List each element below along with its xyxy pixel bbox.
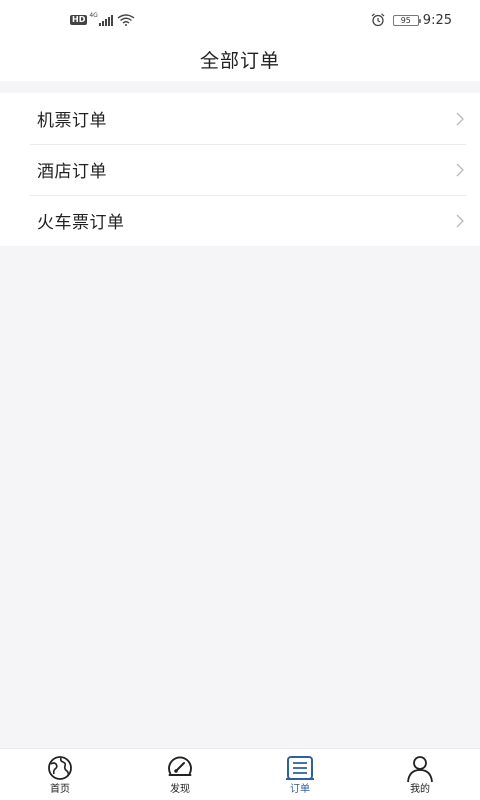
status-bar: HD 4G 95 9:25 — [0, 0, 480, 38]
signal-icon — [98, 14, 113, 26]
tab-label: 订单 — [290, 784, 310, 795]
chevron-right-icon — [456, 163, 464, 176]
compass-icon — [168, 756, 192, 776]
user-icon — [407, 756, 433, 783]
order-item-hotel[interactable]: 酒店订单 — [0, 144, 480, 195]
bottom-tab-bar: 首页 发现 订单 我的 — [0, 748, 480, 800]
order-item-label: 酒店订单 — [37, 162, 107, 182]
status-bar-left: HD 4G — [70, 12, 135, 27]
chevron-right-icon — [456, 112, 464, 125]
network-type: 4G — [89, 12, 98, 19]
wifi-icon — [117, 14, 135, 26]
tab-label: 发现 — [170, 784, 190, 795]
tab-label: 首页 — [50, 784, 70, 795]
order-item-flight[interactable]: 机票订单 — [0, 93, 480, 144]
hd-badge: HD — [70, 15, 88, 25]
app-root: HD 4G 95 9:25 全部订单 机票订单 酒店订单 火车票订单 首页 发现… — [0, 0, 480, 800]
tab-label: 我的 — [410, 784, 430, 795]
order-list: 机票订单 酒店订单 火车票订单 — [0, 93, 480, 246]
alarm-clock-icon — [371, 13, 385, 27]
battery-indicator: 95 — [392, 14, 421, 26]
tab-discover[interactable]: 发现 — [120, 749, 240, 800]
order-item-label: 机票订单 — [37, 111, 107, 131]
tab-mine[interactable]: 我的 — [360, 749, 480, 800]
chevron-right-icon — [456, 214, 464, 227]
battery-level: 95 — [400, 15, 411, 25]
page-title: 全部订单 — [199, 50, 280, 72]
tab-orders[interactable]: 订单 — [240, 749, 360, 800]
order-item-label: 火车票订单 — [37, 213, 125, 233]
status-time: 9:25 — [422, 12, 452, 28]
tab-home[interactable]: 首页 — [0, 749, 120, 800]
order-item-train[interactable]: 火车票订单 — [0, 195, 480, 246]
globe-icon — [48, 756, 72, 780]
status-bar-right: 95 9:25 — [371, 12, 452, 28]
page-header: 全部订单 — [0, 38, 480, 81]
order-list-icon — [286, 756, 314, 780]
